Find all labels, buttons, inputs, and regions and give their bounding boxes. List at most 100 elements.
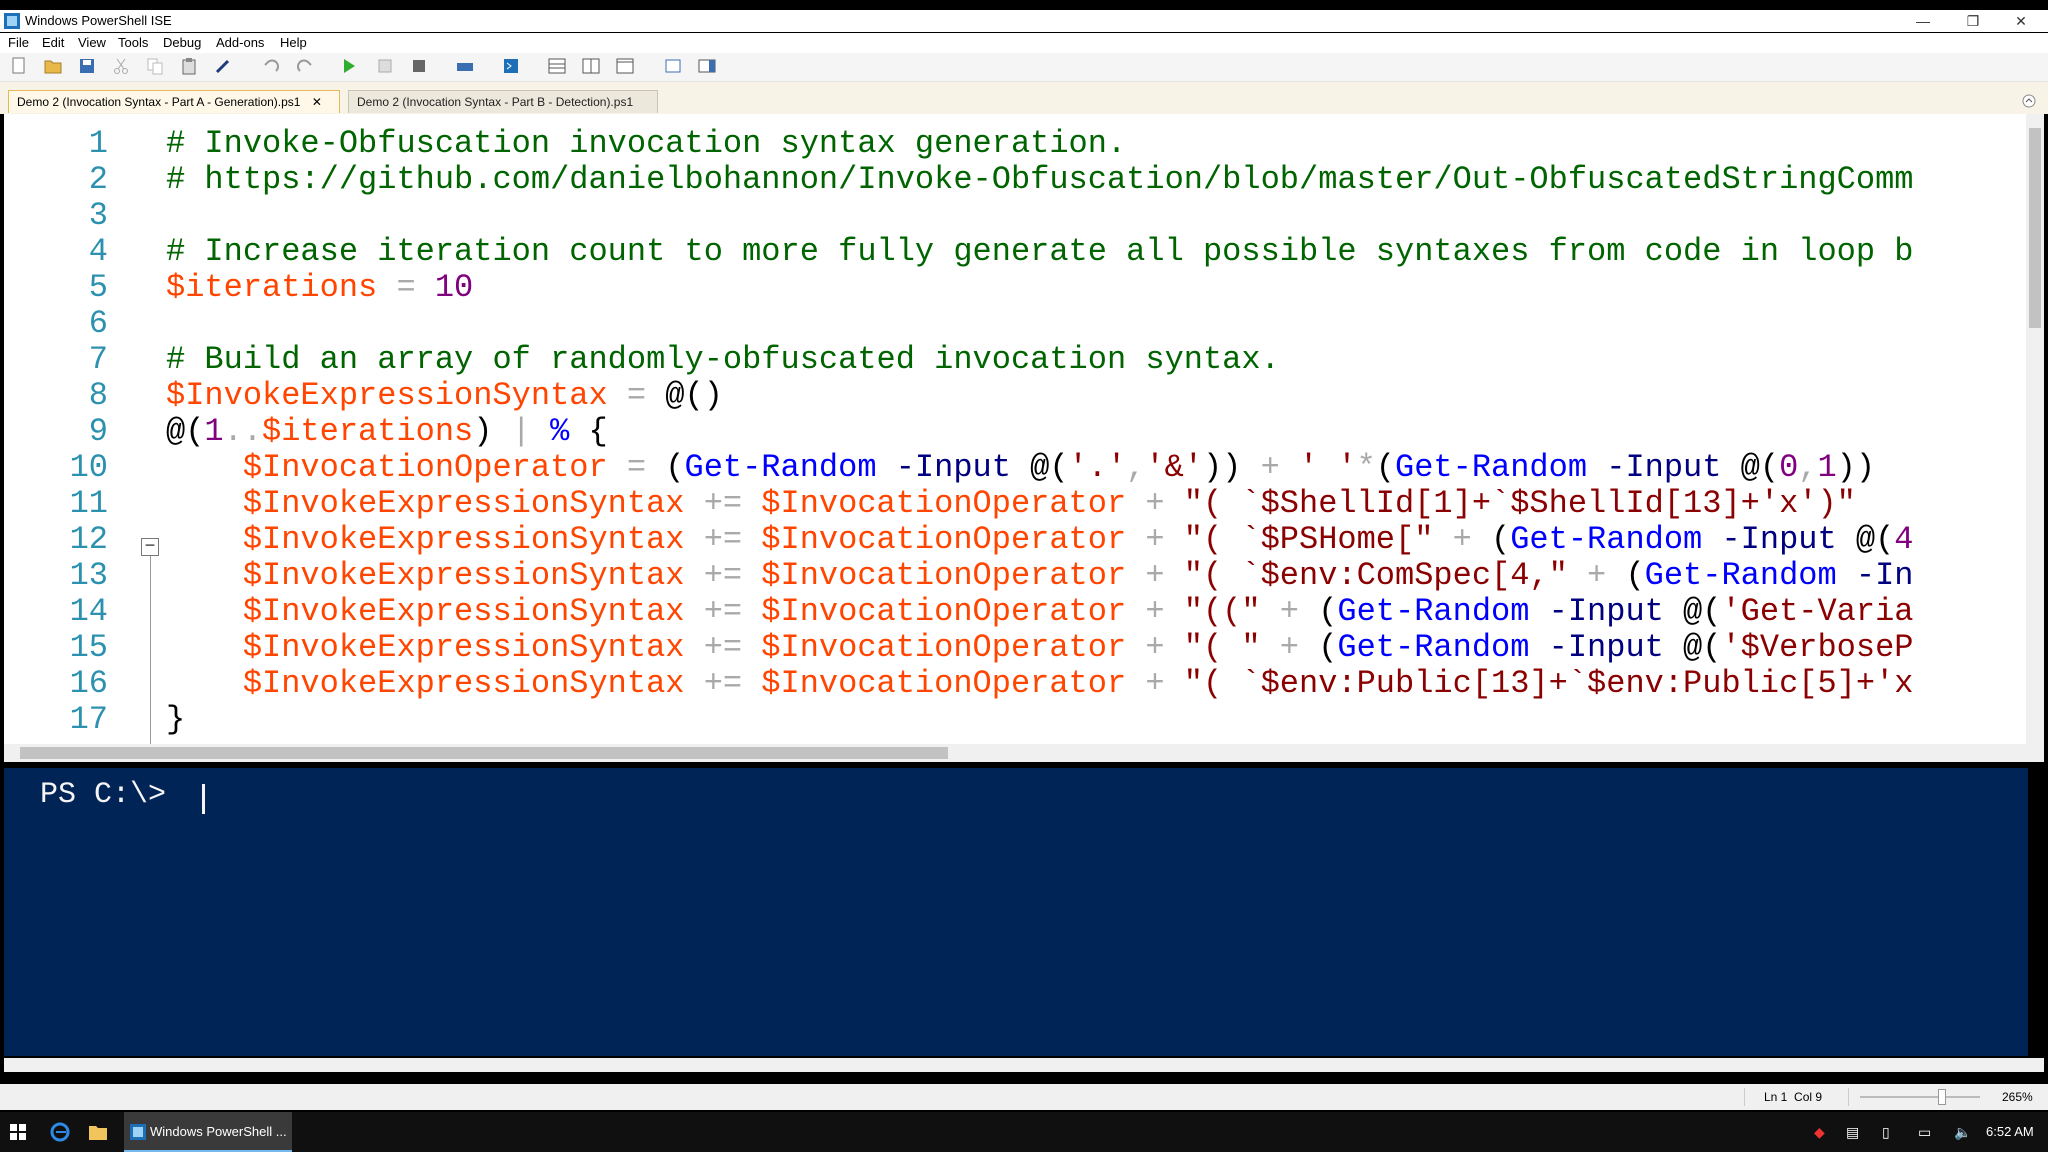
code-line[interactable]: # Increase iteration count to more fully… [166, 234, 1913, 270]
console-horizontal-scrollbar[interactable] [4, 1058, 2044, 1072]
code-token: # Invoke-Obfuscation invocation syntax g… [166, 125, 1127, 162]
menu-debug[interactable]: Debug [163, 35, 201, 50]
menu-edit[interactable]: Edit [42, 35, 64, 50]
restore-button[interactable]: ❐ [1950, 10, 1996, 32]
close-button[interactable]: ✕ [1998, 10, 2044, 32]
network-icon[interactable]: ▭ [1918, 1124, 1931, 1141]
code-token: ( [1491, 521, 1511, 558]
code-token: Get-Random [1644, 557, 1837, 594]
cut-icon[interactable] [112, 57, 130, 75]
code-token: '&' [1145, 449, 1203, 486]
line-number: 15 [69, 629, 108, 666]
title-bar: Windows PowerShell ISE — ❐ ✕ [0, 10, 2048, 32]
tab-demo2-part-b[interactable]: Demo 2 (Invocation Syntax - Part B - Det… [348, 90, 658, 113]
menu-view[interactable]: View [78, 35, 106, 50]
show-command-addon-icon[interactable] [698, 57, 716, 75]
tab-bar: Demo 2 (Invocation Syntax - Part A - Gen… [0, 82, 2048, 114]
zoom-slider-thumb[interactable] [1938, 1089, 1946, 1105]
menu-file[interactable]: File [8, 35, 29, 50]
code-token: } [166, 701, 186, 738]
show-script-pane-right-icon[interactable] [582, 57, 600, 75]
code-token: 4 [1894, 521, 1914, 558]
toolbar [0, 53, 2048, 82]
taskbar-app-powershell-ise[interactable]: Windows PowerShell ... [124, 1112, 292, 1152]
code-token: $InvocationOperator [761, 665, 1127, 702]
menu-tools[interactable]: Tools [118, 35, 148, 50]
code-token: $InvocationOperator [761, 629, 1127, 666]
console-pane[interactable]: PS C:\> [4, 768, 2028, 1056]
zoom-slider[interactable] [1860, 1096, 1980, 1098]
code-line[interactable]: $InvokeExpressionSyntax += $InvocationOp… [166, 486, 1856, 522]
code-token: += [684, 521, 762, 558]
code-token: .. [223, 413, 263, 450]
code-line[interactable]: $InvokeExpressionSyntax += $InvocationOp… [166, 629, 1914, 666]
menu-help[interactable]: Help [280, 35, 307, 50]
clear-icon[interactable] [214, 57, 232, 75]
code-token: Get-Random [1395, 449, 1588, 486]
menu-addons[interactable]: Add-ons [216, 35, 264, 50]
show-command-window-icon[interactable] [664, 57, 682, 75]
code-token: ( [1625, 557, 1645, 594]
show-script-pane-max-icon[interactable] [616, 57, 634, 75]
usb-device-icon[interactable]: ▯ [1882, 1124, 1890, 1141]
line-number: 5 [88, 269, 108, 306]
code-token: @( [1663, 629, 1722, 666]
line-number: 10 [69, 449, 108, 486]
code-token: , [1798, 449, 1818, 486]
tab-close-icon[interactable]: ✕ [312, 95, 322, 109]
code-line[interactable]: # https://github.com/danielbohannon/Invo… [166, 162, 1913, 198]
code-line[interactable]: $iterations = 10 [166, 270, 473, 306]
new-file-icon[interactable] [10, 57, 28, 75]
show-script-pane-top-icon[interactable] [548, 57, 566, 75]
paste-icon[interactable] [180, 57, 198, 75]
code-token: , [1126, 449, 1146, 486]
code-token: $iterations [166, 269, 378, 306]
code-line[interactable]: $InvokeExpressionSyntax += $InvocationOp… [166, 665, 1914, 702]
window-title: Windows PowerShell ISE [25, 13, 172, 28]
code-token: + [1260, 629, 1319, 666]
undo-icon[interactable] [262, 57, 280, 75]
start-powershell-icon[interactable] [502, 57, 520, 75]
remote-powershell-icon[interactable] [456, 57, 474, 75]
open-folder-icon[interactable] [44, 57, 62, 75]
tab-demo2-part-a[interactable]: Demo 2 (Invocation Syntax - Part A - Gen… [8, 90, 340, 113]
editor-horizontal-scroll-thumb[interactable] [20, 747, 948, 759]
code-token: -Input [1702, 521, 1837, 558]
code-line[interactable]: $InvokeExpressionSyntax += $InvocationOp… [166, 593, 1914, 630]
run-selection-icon[interactable] [376, 57, 394, 75]
volume-icon[interactable]: 🔈 [1954, 1124, 1971, 1141]
security-icon[interactable]: ◆ [1814, 1124, 1825, 1141]
windows-start-icon[interactable] [10, 1124, 26, 1140]
code-token: @( [1663, 593, 1722, 630]
run-script-icon[interactable] [340, 57, 358, 75]
collapse-script-pane-icon[interactable] [2022, 94, 2036, 108]
collapse-region-icon[interactable]: − [141, 536, 159, 556]
clock[interactable]: 6:52 AM [1986, 1124, 2034, 1139]
code-token: + [1126, 629, 1184, 666]
script-editor[interactable]: 1 2 3 4 5 6 7 8 9 10 11 12 13 14 15 16 17 # Invoke-Obfus… [4, 114, 2028, 744]
copy-icon[interactable] [146, 57, 164, 75]
code-line[interactable]: $InvokeExpressionSyntax += $InvocationOp… [166, 557, 1914, 594]
line-number: 14 [69, 593, 108, 630]
editor-vertical-scroll-thumb[interactable] [2029, 128, 2041, 328]
file-explorer-icon[interactable] [88, 1123, 108, 1141]
code-token: $InvocationOperator [166, 449, 608, 486]
code-line[interactable]: # Invoke-Obfuscation invocation syntax g… [166, 126, 1126, 162]
code-line[interactable]: $InvokeExpressionSyntax = @() [166, 378, 723, 414]
keyboard-icon[interactable]: ▤ [1846, 1124, 1859, 1141]
redo-icon[interactable] [296, 57, 314, 75]
code-token: 1 [1817, 449, 1837, 486]
edge-browser-icon[interactable] [50, 1122, 70, 1142]
line-number: 1 [88, 125, 108, 162]
minimize-button[interactable]: — [1900, 10, 1946, 32]
code-token: @( [1010, 449, 1069, 486]
code-line[interactable]: $InvokeExpressionSyntax += $InvocationOp… [166, 521, 1914, 558]
save-icon[interactable] [78, 57, 96, 75]
code-line[interactable]: $InvocationOperator = (Get-Random -Input… [166, 450, 1875, 486]
code-line[interactable]: @(1..$iterations) | % { [166, 414, 608, 450]
line-number: 9 [88, 413, 108, 450]
code-line[interactable]: } [166, 702, 185, 738]
stop-icon[interactable] [410, 57, 428, 75]
line-number: 2 [88, 161, 108, 198]
code-line[interactable]: # Build an array of randomly-obfuscated … [166, 342, 1280, 378]
